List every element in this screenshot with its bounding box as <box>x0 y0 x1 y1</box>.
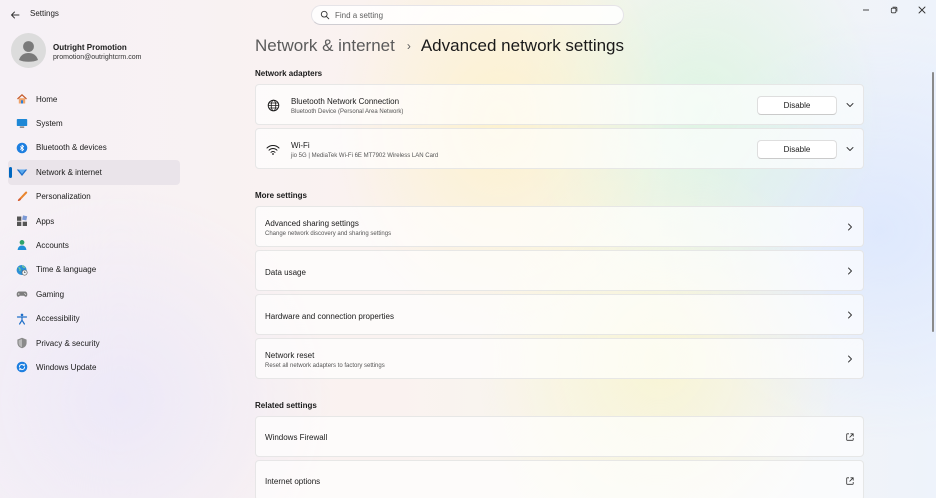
avatar[interactable] <box>11 33 46 68</box>
brush-icon <box>16 191 28 203</box>
related-row-internet-options[interactable]: Internet options <box>255 460 864 498</box>
sidebar-item-label: Bluetooth & devices <box>36 143 107 153</box>
title-bar: Settings <box>0 0 936 30</box>
chevron-right-icon <box>845 354 855 364</box>
restore-button[interactable] <box>884 3 904 17</box>
sidebar-item-network[interactable]: Network & internet <box>8 160 180 185</box>
user-icon <box>19 41 38 62</box>
gamepad-icon <box>16 288 28 300</box>
external-link-icon <box>845 476 855 486</box>
adapter-card-wifi[interactable]: Wi-Fi jio 5G | MediaTek Wi-Fi 6E MT7902 … <box>255 128 864 169</box>
external-link-icon <box>845 432 855 442</box>
home-icon <box>16 93 28 105</box>
sidebar-item-accounts[interactable]: Accounts <box>8 233 180 257</box>
sidebar-item-windows-update[interactable]: Windows Update <box>8 355 180 379</box>
settings-row-hardware-properties[interactable]: Hardware and connection properties <box>255 294 864 335</box>
chevron-right-icon <box>845 222 855 232</box>
setting-title: Advanced sharing settings <box>265 219 359 228</box>
close-button[interactable] <box>912 3 932 17</box>
sidebar-item-label: Network & internet <box>36 167 102 177</box>
sidebar-nav: Home System Bluetooth & devices Network … <box>8 87 180 380</box>
minimize-icon <box>863 9 869 11</box>
sidebar-item-label: Gaming <box>36 289 65 299</box>
sidebar-item-system[interactable]: System <box>8 111 180 135</box>
app-title: Settings <box>30 9 59 18</box>
adapter-title: Wi-Fi <box>291 141 310 150</box>
section-title-network-adapters: Network adapters <box>255 69 323 78</box>
sidebar-item-accessibility[interactable]: Accessibility <box>8 307 180 331</box>
back-arrow-icon <box>11 11 20 19</box>
accessibility-icon <box>16 313 28 325</box>
sidebar-item-privacy-security[interactable]: Privacy & security <box>8 331 180 355</box>
setting-title: Network reset <box>265 351 315 360</box>
back-button[interactable] <box>6 6 24 24</box>
section-title-more-settings: More settings <box>255 191 308 200</box>
chevron-right-icon <box>845 310 855 320</box>
section-title-related-settings: Related settings <box>255 401 317 410</box>
sidebar-item-label: Time & language <box>36 265 97 275</box>
sidebar-item-home[interactable]: Home <box>8 87 180 111</box>
adapter-subtitle: Bluetooth Device (Personal Area Network) <box>291 109 404 115</box>
setting-title: Data usage <box>265 268 306 277</box>
sidebar-item-time-language[interactable]: Time & language <box>8 258 180 282</box>
sidebar-item-apps[interactable]: Apps <box>8 209 180 233</box>
sidebar-item-label: Home <box>36 94 58 104</box>
sidebar-item-label: Privacy & security <box>36 338 100 348</box>
search-icon <box>320 10 330 20</box>
breadcrumb-separator: › <box>406 39 411 53</box>
settings-row-advanced-sharing[interactable]: Advanced sharing settings Change network… <box>255 206 864 247</box>
system-icon <box>16 117 28 129</box>
accounts-icon <box>16 239 28 251</box>
minimize-button[interactable] <box>856 3 876 17</box>
restore-icon <box>890 6 898 14</box>
disable-button[interactable]: Disable <box>757 140 837 159</box>
chevron-right-icon <box>845 266 855 276</box>
network-icon <box>16 166 28 178</box>
bluetooth-icon <box>16 142 28 154</box>
related-row-windows-firewall[interactable]: Windows Firewall <box>255 416 864 457</box>
setting-title: Windows Firewall <box>265 433 328 442</box>
sidebar-item-label: Accessibility <box>36 314 80 324</box>
sidebar-item-gaming[interactable]: Gaming <box>8 282 180 306</box>
sidebar-item-bluetooth[interactable]: Bluetooth & devices <box>8 136 180 160</box>
sidebar-item-label: Accounts <box>36 241 69 251</box>
adapter-title: Bluetooth Network Connection <box>291 97 400 106</box>
wifi-icon <box>266 142 280 156</box>
settings-row-network-reset[interactable]: Network reset Reset all network adapters… <box>255 338 864 379</box>
adapter-subtitle: jio 5G | MediaTek Wi-Fi 6E MT7902 Wirele… <box>291 153 439 159</box>
apps-icon <box>16 215 28 227</box>
breadcrumb-parent[interactable]: Network & internet <box>255 36 395 56</box>
disable-button[interactable]: Disable <box>757 96 837 115</box>
breadcrumb: Network & internet › Advanced network se… <box>255 35 624 57</box>
sidebar-item-label: Windows Update <box>36 362 97 372</box>
globe-clock-icon <box>16 264 28 276</box>
settings-row-data-usage[interactable]: Data usage <box>255 250 864 291</box>
scrollbar[interactable] <box>932 72 934 332</box>
adapter-card-bluetooth[interactable]: Bluetooth Network Connection Bluetooth D… <box>255 84 864 125</box>
sidebar-item-label: Apps <box>36 216 55 226</box>
profile-name: Outright Promotion <box>53 43 127 52</box>
setting-subtitle: Reset all network adapters to factory se… <box>265 363 385 369</box>
search-box[interactable] <box>311 5 624 25</box>
sidebar-item-label: System <box>36 119 63 129</box>
globe-icon <box>266 98 280 112</box>
sidebar-item-label: Personalization <box>36 192 91 202</box>
profile-email: promotion@outrightcrm.com <box>53 54 142 61</box>
shield-icon <box>16 337 28 349</box>
close-icon <box>918 6 926 14</box>
sidebar-item-personalization[interactable]: Personalization <box>8 185 180 209</box>
setting-title: Internet options <box>265 477 321 486</box>
setting-title: Hardware and connection properties <box>265 312 394 321</box>
page-title: Advanced network settings <box>420 36 625 55</box>
setting-subtitle: Change network discovery and sharing set… <box>265 231 392 237</box>
chevron-down-icon[interactable] <box>845 100 855 110</box>
update-icon <box>16 361 28 373</box>
search-input[interactable] <box>335 8 615 22</box>
chevron-down-icon[interactable] <box>845 144 855 154</box>
